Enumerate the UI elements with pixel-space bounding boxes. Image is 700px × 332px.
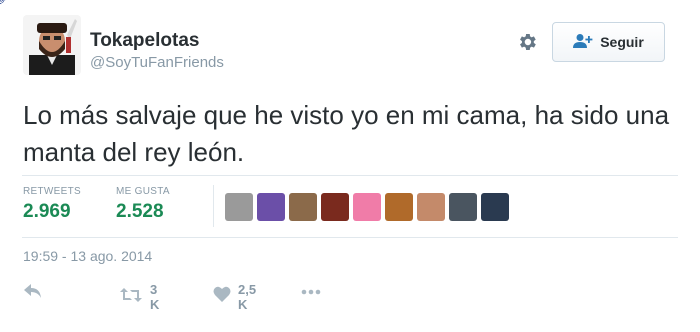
liker-avatar[interactable] [225,193,253,221]
reply-icon [23,282,43,305]
user-handle[interactable]: @SoyTuFanFriends [90,54,224,71]
divider [213,185,214,227]
retweet-icon [119,286,143,309]
likes-value: 2.528 [116,201,164,222]
retweet-button[interactable]: 3 K [119,282,159,312]
liker-avatar[interactable] [257,193,285,221]
tweet-text: Lo más salvaje que he visto yo en mi cam… [23,100,670,167]
retweets-label: RETWEETS [23,186,81,197]
add-user-icon [573,33,593,52]
heart-icon [213,286,231,308]
divider [22,175,678,176]
liker-avatar[interactable] [385,193,413,221]
liker-avatar[interactable] [353,193,381,221]
retweets-stat[interactable]: RETWEETS 2.969 [23,186,81,223]
divider [22,237,678,238]
follow-button[interactable]: Seguir [552,22,665,62]
avatar[interactable] [23,15,81,75]
liker-avatar[interactable] [289,193,317,221]
gear-icon[interactable] [516,31,538,53]
follow-button-label: Seguir [600,34,644,50]
like-button[interactable]: 2,5 K [213,282,256,312]
liker-avatar[interactable] [481,193,509,221]
liker-avatar[interactable] [321,193,349,221]
more-icon [301,282,321,300]
reply-button[interactable] [23,282,43,305]
retweets-value: 2.969 [23,201,71,222]
likes-label: ME GUSTA [116,186,170,197]
liker-avatar[interactable] [449,193,477,221]
retweet-count: 3 K [150,282,160,312]
like-count: 2,5 K [238,282,257,312]
liker-avatar[interactable] [417,193,445,221]
likes-stat[interactable]: ME GUSTA 2.528 [116,186,170,223]
tweet-timestamp[interactable]: 19:59 - 13 ago. 2014 [23,248,152,264]
more-button[interactable] [301,282,321,300]
user-name[interactable]: Tokapelotas [90,30,199,52]
likers-list [225,193,509,221]
